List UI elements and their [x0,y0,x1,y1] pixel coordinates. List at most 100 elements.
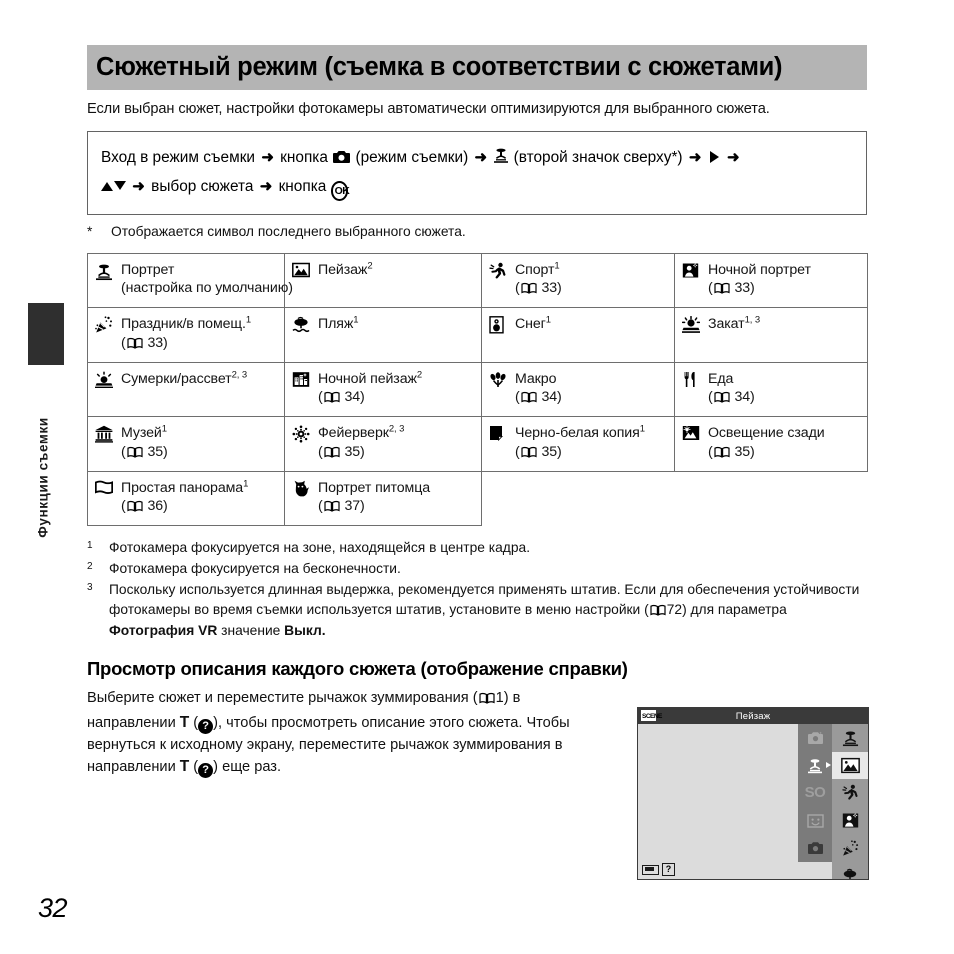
camera-lcd-screenshot: SCENE Пейзаж SO ? [637,707,869,880]
arrow-icon-6: ➜ [259,177,273,195]
footnote-1-number: 1 [87,539,93,551]
scene-cell[interactable]: Еда( 34) [674,361,868,418]
instruction-text-4: (второй значок сверху*) [513,148,683,166]
scene-badge-icon: SCENE [641,710,662,721]
lcd-status-row: ? [642,863,675,876]
portrait-icon [95,261,121,281]
instruction-text-2: кнопка [280,148,328,166]
footnote-1-text: Фотокамера фокусируется на зоне, находящ… [109,539,531,555]
lcd-mode-column[interactable]: SO [798,724,832,862]
scene-label: Портрет (настройка по умолчанию) [121,261,293,297]
scene-cell[interactable]: Ночной пейзаж2( 34) [284,361,482,418]
scene-page-ref: ( 36) [121,497,248,518]
scene-cell[interactable]: Освещение сзади( 35) [674,416,868,472]
page-title-bar: Сюжетный режим (съемка в соответствии с … [87,45,867,90]
scene-cell[interactable]: Музей1( 35) [87,416,285,472]
footnote-ref: 1 [245,314,251,326]
scene-page-ref: ( 35) [121,443,168,464]
scene-cell[interactable]: Портрет питомца( 37) [284,470,482,526]
lcd-scene-item-party-indoor-icon[interactable] [832,834,868,862]
lcd-scene-column[interactable] [832,724,868,879]
table-row: Простая панорама1( 36) Портрет питомца( 3… [87,470,868,526]
empty-cell [675,471,868,525]
instruction-line-1: Вход в режим съемки ➜ кнопка (режим съем… [101,145,854,174]
scene-extra-note: (настройка по умолчанию) [121,280,293,297]
lcd-mode-item-smart-portrait-icon[interactable] [798,807,832,835]
lcd-mode-item-scene-portrait-icon[interactable] [798,752,832,780]
footnote-3-page: 72 [666,601,683,617]
page-number: 32 [38,893,68,923]
scene-page-ref: ( 34) [515,388,562,409]
scene-cell[interactable]: Макро( 34) [481,361,675,418]
table-row: Портрет (настройка по умолчанию) Пейзаж2 Сп… [87,252,868,309]
backlight-icon [682,424,708,441]
scene-cell[interactable]: Закат1, 3 [674,307,868,363]
scene-cell[interactable]: Снег1 [481,307,675,363]
scene-table-body: Портрет (настройка по умолчанию) Пейзаж2 Сп… [87,252,868,526]
lcd-scene-item-portrait-icon[interactable] [832,724,868,752]
lcd-mode-item-camera-icon[interactable] [798,834,832,862]
scene-cell[interactable]: Простая панорама1( 36) [87,470,285,526]
scene-label: Ночной портрет( 33) [708,261,811,300]
lcd-scene-item-night-portrait-icon[interactable] [832,807,868,835]
lcd-body: SO ? [638,724,868,879]
scene-label: Еда( 34) [708,370,755,409]
scene-page-ref: ( 33) [708,279,811,300]
fireworks-icon [292,424,318,443]
pet-portrait-icon [292,479,318,497]
book-icon [324,499,340,518]
multi-selector-up-icon [101,181,113,191]
scene-page-ref: ( 35) [708,443,825,464]
scene-cell[interactable]: Портрет (настройка по умолчанию) [87,252,293,309]
footnote-ref: 1 [243,477,249,489]
footnote-ref: 2, 3 [388,423,405,435]
footnote-ref: 1 [353,314,359,326]
scene-cell[interactable]: Пейзаж2 [284,252,482,309]
book-icon [714,390,730,409]
snow-icon [489,315,515,334]
scene-cell[interactable]: Ночной портрет( 33) [674,252,868,309]
lcd-scene-item-beach-icon[interactable] [832,862,868,879]
scene-cell[interactable]: Фейерверк2, 3( 35) [284,416,482,472]
lcd-mode-item-auto-camera-icon[interactable] [798,724,832,752]
beach-icon [292,315,318,333]
scene-page-ref: ( 34) [318,388,422,409]
tele-zoom-label-2: T [179,758,190,776]
table-row: Праздник/в помещ.1( 33) Пляж1 Снег1 Закат1,… [87,307,868,363]
landscape-icon [292,261,318,278]
scene-page-ref: ( 33) [515,279,562,300]
scene-label: Музей1( 35) [121,424,168,463]
lcd-scene-item-landscape-icon[interactable] [832,751,868,780]
asterisk-note-text: Отображается символ последнего выбранног… [111,223,466,239]
scene-label: Спорт1( 33) [515,261,562,300]
book-icon [714,445,730,464]
museum-icon [95,424,121,443]
instruction-line-2: ➜ выбор сюжета ➜ кнопка OK [101,174,854,201]
scene-label: Макро( 34) [515,370,562,409]
lcd-scene-item-sports-icon[interactable] [832,779,868,807]
scene-cell[interactable]: Пляж1 [284,307,482,363]
scene-cell[interactable]: Сумерки/рассвет2, 3 [87,361,285,418]
footnote-3-number: 3 [87,581,93,593]
sunset-icon [682,315,708,334]
macro-icon [489,370,515,388]
footnote-ref: 2 [416,368,423,380]
empty-cell [482,471,675,525]
scene-page-ref: ( 35) [515,443,645,464]
book-icon [127,336,143,355]
scene-cell[interactable]: Спорт1( 33) [481,252,675,309]
night-landscape-icon [292,370,318,388]
scene-label: Освещение сзади( 35) [708,424,825,463]
scene-page-ref: ( 35) [318,443,404,464]
dusk-dawn-icon [95,370,121,388]
table-row: Сумерки/рассвет2, 3 Ночной пейзаж2( 34) Ма… [87,361,868,418]
instruction-text-5: выбор сюжета [151,177,254,195]
scene-cell[interactable]: Черно-белая копия1( 35) [481,416,675,472]
scene-page-ref: ( 37) [318,497,430,518]
footnote-2-text: Фотокамера фокусируется на бесконечности… [109,560,401,576]
lcd-mode-item-so-label[interactable]: SO [798,779,832,807]
footnote-3-text-mid-2: значение [217,623,285,639]
scene-cell[interactable]: Праздник/в помещ.1( 33) [87,307,285,363]
arrow-icon-3: ➜ [688,148,702,166]
book-icon [324,445,340,464]
